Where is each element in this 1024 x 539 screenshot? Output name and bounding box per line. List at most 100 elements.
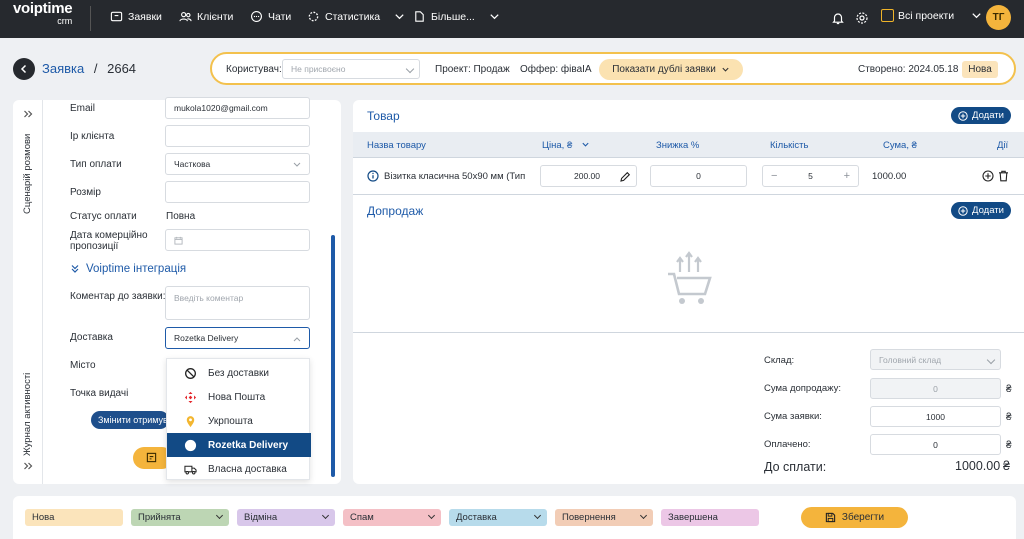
double-chevron-right-icon[interactable] (23, 109, 33, 119)
avatar[interactable]: ТГ (986, 5, 1011, 30)
column-header-price-label: Ціна, ₴ (542, 140, 573, 151)
order-sum-label: Сума заявки: (764, 411, 822, 422)
product-name: Візитка класична 50х90 мм (Тип (384, 171, 526, 182)
projects-selector[interactable]: Всі проекти (881, 9, 983, 22)
ip-field[interactable] (165, 125, 310, 147)
comment-textarea[interactable]: Введіть коментар (165, 286, 310, 320)
offer-date-field[interactable] (165, 229, 310, 251)
nav-statistics[interactable]: Статистика (307, 10, 406, 23)
delivery-option-none[interactable]: Без доставки (167, 361, 311, 385)
discount-input[interactable]: 0 (650, 165, 747, 187)
delivery-select-value: Rozetka Delivery (174, 333, 239, 343)
status-button-delivery[interactable]: Доставка (449, 509, 547, 526)
double-chevron-right-icon[interactable] (23, 461, 33, 471)
status-label: Спам (350, 512, 374, 523)
chevron-down-icon (986, 355, 996, 364)
status-label: Нова (32, 512, 55, 523)
back-button[interactable] (13, 58, 35, 80)
user-select[interactable]: Не присвоєно (282, 59, 420, 79)
delivery-select[interactable]: Rozetka Delivery (165, 327, 310, 349)
status-label: Повернення (562, 512, 616, 523)
payment-type-select[interactable]: Часткова (165, 153, 310, 175)
delivery-option-rozetka[interactable]: Rozetka Delivery (167, 433, 311, 457)
price-value: 200.00 (574, 171, 600, 181)
gear-icon[interactable] (855, 11, 869, 25)
upsell-sum-value: 0 (933, 383, 938, 394)
nav-clients[interactable]: Клієнти (179, 10, 233, 23)
to-pay-value: 1000.00 (955, 459, 1001, 473)
plus-icon[interactable]: + (844, 170, 850, 182)
nav-orders[interactable]: Заявки (110, 10, 162, 23)
delivery-option-label: Нова Пошта (208, 391, 266, 403)
tab-activity-journal[interactable]: Журнал активності (22, 368, 33, 456)
status-button-return[interactable]: Повернення (555, 509, 653, 526)
email-label: Email (70, 103, 96, 114)
paid-field[interactable]: 0 (870, 434, 1001, 455)
floppy-disk-icon (825, 512, 836, 523)
status-button-cancel[interactable]: Відміна (237, 509, 335, 526)
add-upsell-button[interactable]: Додати (951, 202, 1011, 219)
column-header: Кількість (770, 140, 809, 151)
chevron-down-icon (722, 67, 729, 72)
clients-icon (179, 12, 192, 22)
comment-label: Коментар до заявки: (70, 291, 166, 302)
column-header-price[interactable]: Ціна, ₴ (542, 140, 590, 151)
order-sum-field[interactable]: 1000 (870, 406, 1001, 427)
breadcrumb-link[interactable]: Заявка (42, 61, 84, 76)
nav-statistics-label: Статистика (325, 10, 381, 23)
integration-section-toggle[interactable]: Voiptime інтеграція (70, 263, 186, 275)
chevron-down-icon (405, 64, 415, 74)
trash-icon[interactable] (998, 170, 1009, 182)
rozetka-icon (184, 439, 197, 451)
bell-icon[interactable] (831, 11, 845, 25)
top-bar: voiptime crm Заявки Клієнти Чати Статист… (0, 0, 1024, 38)
chevron-down-icon (582, 142, 589, 147)
chevron-down-icon (490, 14, 499, 20)
nav-more[interactable]: Більше... (413, 10, 501, 23)
delivery-option-nova-poshta[interactable]: Нова Пошта (167, 385, 311, 409)
minus-icon[interactable]: − (771, 170, 777, 182)
delivery-option-own[interactable]: Власна доставка (167, 457, 311, 481)
delivery-option-label: Власна доставка (208, 463, 287, 475)
nav-chats[interactable]: Чати (250, 10, 291, 23)
status-button-accepted[interactable]: Прийнята (131, 509, 229, 526)
pencil-icon[interactable] (619, 171, 631, 183)
paid-value: 0 (933, 439, 938, 450)
email-field[interactable]: mukola1020@gmail.com (165, 97, 310, 119)
nav-chats-label: Чати (268, 10, 292, 23)
status-button-spam[interactable]: Спам (343, 509, 441, 526)
show-duplicates-button[interactable]: Показати дублі заявки (599, 59, 743, 80)
integration-title: Voiptime інтеграція (86, 263, 187, 275)
add-circle-icon[interactable] (982, 170, 994, 182)
status-badge: Нова (962, 61, 998, 78)
scrollbar[interactable] (331, 235, 335, 477)
delivery-option-ukrposhta[interactable]: Укрпошта (167, 409, 311, 433)
column-header: Дії (997, 140, 1009, 151)
size-field[interactable] (165, 181, 310, 203)
row-sum: 1000.00 (872, 171, 907, 182)
info-icon[interactable] (367, 170, 379, 182)
chevron-left-icon (20, 64, 27, 74)
ukrposhta-icon (186, 415, 195, 427)
calendar-icon (174, 236, 183, 245)
change-recipient-button[interactable]: Змінити отримува (91, 411, 169, 429)
currency-symbol: ₴ (1003, 459, 1010, 473)
breadcrumb: Заявка / 2664 (42, 61, 136, 76)
tab-scenario[interactable]: Сценарій розмови (22, 132, 33, 214)
truck-icon (184, 465, 197, 474)
delivery-option-label: Укрпошта (208, 415, 253, 427)
currency-symbol: ₴ (1006, 384, 1012, 395)
warehouse-value: Головний склад (879, 354, 942, 365)
order-sum-value: 1000 (926, 411, 945, 422)
status-button-new[interactable]: Нова (25, 509, 123, 526)
add-product-button[interactable]: Додати (951, 107, 1011, 124)
warehouse-label: Склад: (764, 355, 795, 366)
quantity-stepper[interactable]: − 5 + (762, 165, 859, 187)
save-button[interactable]: Зберегти (801, 507, 908, 528)
orders-icon (110, 11, 123, 22)
to-pay-label: До сплати: (764, 460, 827, 474)
status-button-completed[interactable]: Завершена (661, 509, 759, 526)
payment-status-value: Повна (166, 211, 196, 222)
warehouse-select[interactable]: Головний склад (870, 349, 1001, 370)
logo[interactable]: voiptime crm (13, 1, 73, 27)
